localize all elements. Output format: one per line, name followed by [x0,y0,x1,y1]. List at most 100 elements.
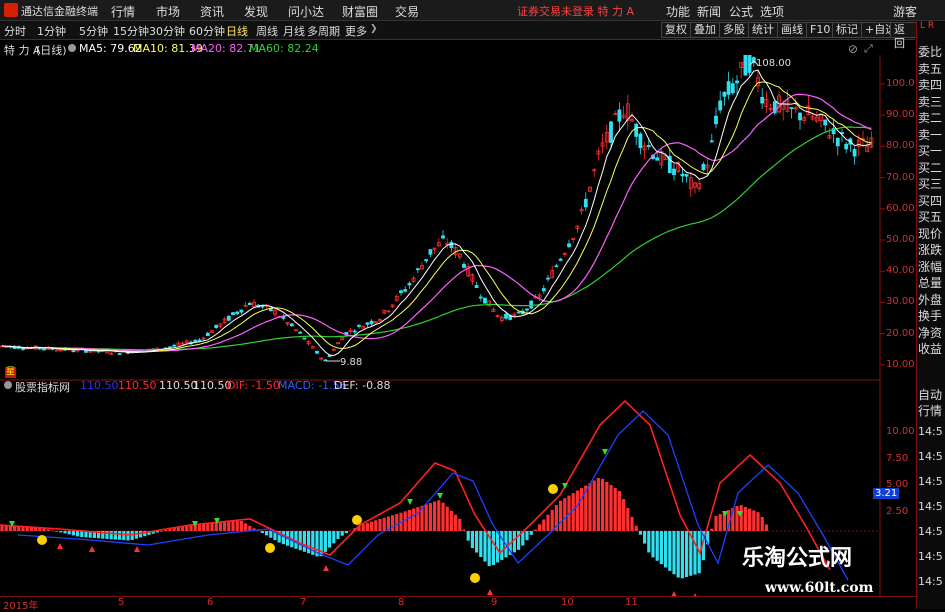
candle-body [315,350,319,354]
multi-stock-button[interactable]: 多股 [719,22,749,38]
menu-item-xiaoda[interactable]: 问小达 [288,3,324,20]
period-weekly[interactable]: 周线 [256,23,278,39]
candle-body [449,241,454,249]
more-chevron-icon[interactable]: ❯ [370,24,378,34]
menu-item-function[interactable]: 功能 [666,3,690,20]
sell-arrow-icon [407,499,413,505]
menu-item-newsflash[interactable]: 新闻 [697,3,721,20]
macd-bar [218,521,222,531]
dif-value: DIF: -1.50 [227,379,280,392]
price-axis-label: 60.00 [886,202,915,214]
macd-bar [664,531,668,568]
date-axis [0,596,916,610]
period-1min[interactable]: 1分钟 [37,23,66,39]
menu-item-formula[interactable]: 公式 [729,3,753,20]
login-warning: 证券交易未登录 特 力 A [517,5,635,18]
macd-bar [651,531,655,558]
period-daily[interactable]: 日线 [226,23,248,39]
candle-body [709,140,714,143]
candle-body [235,311,240,315]
indicator-name[interactable]: 股票指标网 [15,379,70,395]
expand-icon[interactable]: ⤢ [864,42,873,56]
macd-bar [227,521,231,531]
candle-body [483,297,487,304]
quote-field-label: 收益 [918,342,943,356]
candle-body [672,168,676,176]
period-multi[interactable]: 多周期 [307,23,340,39]
kline-chart[interactable] [0,55,916,596]
candle-body [516,311,521,314]
macd-bar [223,521,227,531]
macd-bar [756,512,760,531]
tick-time: 14:5 [918,425,943,438]
macd-bar [764,524,768,531]
guest-label[interactable]: 游客 [893,3,917,20]
high-annotation: 108.00 [756,58,791,69]
candle-body [730,83,735,94]
auto-label[interactable]: 自动 [918,388,942,403]
candle-body [798,112,802,121]
stats-button[interactable]: 统计 [748,22,778,38]
smiley-icon [37,535,47,545]
candle-body [789,107,794,109]
macd-bar [181,526,185,531]
menu-item-discover[interactable]: 发现 [244,3,268,20]
quote-label[interactable]: 行情 [918,404,942,419]
settings-dot-icon[interactable] [68,44,76,52]
app-title: 通达信金融终端 [21,5,98,18]
ind-axis-2.5: 2.50 [886,506,909,517]
period-monthly[interactable]: 月线 [283,23,305,39]
menu-item-options[interactable]: 选项 [760,3,784,20]
menu-item-news[interactable]: 资讯 [200,3,224,20]
macd-bar [370,521,374,531]
macd-bar [231,520,235,531]
date-label: 11 [625,597,638,608]
macd-bar [559,500,563,531]
candle-body [583,198,588,208]
macd-bar [659,531,663,565]
quote-field-label: 涨跌 [918,243,943,257]
menu-item-market[interactable]: 市场 [156,3,180,20]
period-timeshare[interactable]: 分时 [4,23,26,39]
indicator-settings-icon[interactable] [4,381,12,389]
mark-button[interactable]: 标记 [832,22,862,38]
macd-bar [718,514,722,531]
back-button[interactable]: 返回 [890,22,918,50]
period-30min[interactable]: 30分钟 [149,23,185,39]
quote-field-label: 委比 [918,45,943,59]
macd-bar [483,531,487,562]
f10-button[interactable]: F10 [806,22,835,38]
restore-right-button[interactable]: 复权 [661,22,691,38]
quote-field-label: 卖一 [918,127,943,142]
menu-item-wealth[interactable]: 财富圈 [342,3,378,20]
menu-item-trade[interactable]: 交易 [395,3,419,20]
period-5min[interactable]: 5分钟 [79,23,108,39]
macd-bar [349,530,353,532]
period-60min[interactable]: 60分钟 [189,23,225,39]
macd-bar [538,524,542,531]
macd-bar [676,531,680,578]
price-axis-label: 10.00 [886,358,915,370]
macd-bar [424,504,428,531]
buy-arrow-icon [134,546,140,552]
overlay-button[interactable]: 叠加 [690,22,720,38]
watermark-url: www.60lt.com [765,580,874,596]
candle-body [722,91,727,97]
draw-line-button[interactable]: 画线 [777,22,807,38]
macd-bar [588,483,592,531]
indicator-tag: 3.21 [873,488,900,499]
period-more[interactable]: 更多 [345,23,367,39]
macd-bar [374,520,378,531]
macd-bar [743,506,747,531]
period-15min[interactable]: 15分钟 [113,23,149,39]
macd-bar [269,531,273,538]
tick-time: 14:5 [918,575,943,588]
menu-item-quotes[interactable]: 行情 [111,3,135,20]
macd-bar [643,531,647,544]
macd-bar [391,515,395,531]
tick-time: 14:5 [918,550,943,563]
pin-icon[interactable]: ⊘ [848,42,858,56]
tick-time: 14:5 [918,525,943,538]
macd-bar [336,531,340,540]
macd-bar [605,481,609,531]
